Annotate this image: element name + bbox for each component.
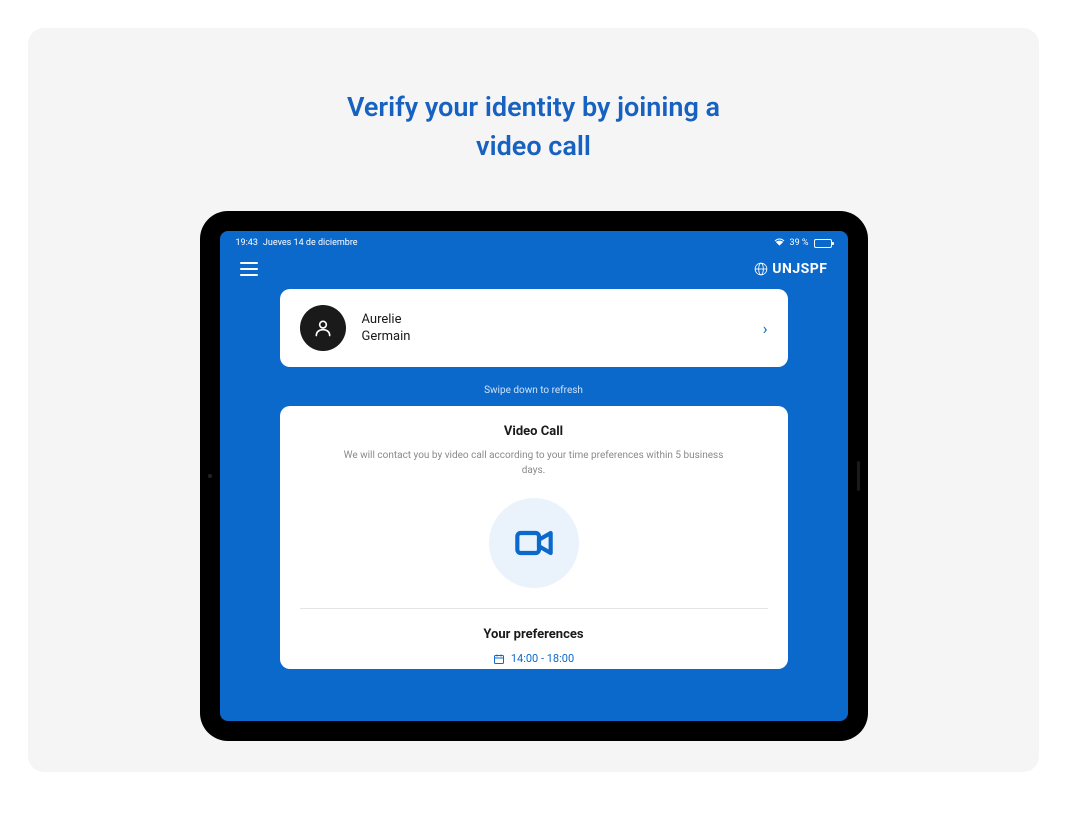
status-bar-left: 19:43 Jueves 14 de diciembre <box>236 238 358 248</box>
headline-line2: video call <box>476 130 591 162</box>
calendar-icon <box>493 653 505 665</box>
preferences-title: Your preferences <box>310 627 758 642</box>
brand-logo: UNJSPF <box>754 261 827 277</box>
chevron-right-icon: › <box>763 319 768 338</box>
app-header: UNJSPF <box>220 253 848 289</box>
globe-icon <box>754 262 768 276</box>
profile-first-name: Aurelie <box>362 311 747 329</box>
promo-container: Verify your identity by joining a video … <box>28 28 1039 772</box>
profile-last-name: Germain <box>362 328 747 346</box>
video-call-title: Video Call <box>310 424 758 439</box>
status-bar: 19:43 Jueves 14 de diciembre 39 % <box>220 231 848 253</box>
divider <box>300 608 768 609</box>
status-bar-right: 39 % <box>774 237 832 249</box>
content-area: Aurelie Germain › Swipe down to refresh … <box>220 289 848 669</box>
preferences-time: 14:00 - 18:00 <box>310 652 758 669</box>
tablet-camera-right <box>857 461 860 491</box>
tablet-screen: 19:43 Jueves 14 de diciembre 39 % <box>220 231 848 721</box>
profile-card[interactable]: Aurelie Germain › <box>280 289 788 367</box>
status-time: 19:43 <box>236 238 258 248</box>
headline-line1: Verify your identity by joining a <box>347 91 720 123</box>
video-camera-icon <box>514 523 554 563</box>
video-call-icon-circle[interactable] <box>489 498 579 588</box>
refresh-hint: Swipe down to refresh <box>280 385 788 396</box>
brand-text: UNJSPF <box>772 261 827 277</box>
preferences-time-value: 14:00 - 18:00 <box>511 652 574 665</box>
menu-button[interactable] <box>240 262 258 276</box>
person-icon <box>313 318 333 338</box>
status-date: Jueves 14 de diciembre <box>263 238 358 248</box>
video-call-description: We will contact you by video call accord… <box>344 449 724 478</box>
avatar <box>300 305 346 351</box>
status-battery-pct: 39 % <box>790 238 809 248</box>
video-call-card: Video Call We will contact you by video … <box>280 406 788 669</box>
tablet-frame: 19:43 Jueves 14 de diciembre 39 % <box>200 211 868 741</box>
profile-name: Aurelie Germain <box>362 311 747 346</box>
tablet-camera-left <box>208 474 212 478</box>
headline: Verify your identity by joining a video … <box>347 88 720 166</box>
battery-icon <box>814 239 832 248</box>
wifi-icon <box>774 237 785 249</box>
